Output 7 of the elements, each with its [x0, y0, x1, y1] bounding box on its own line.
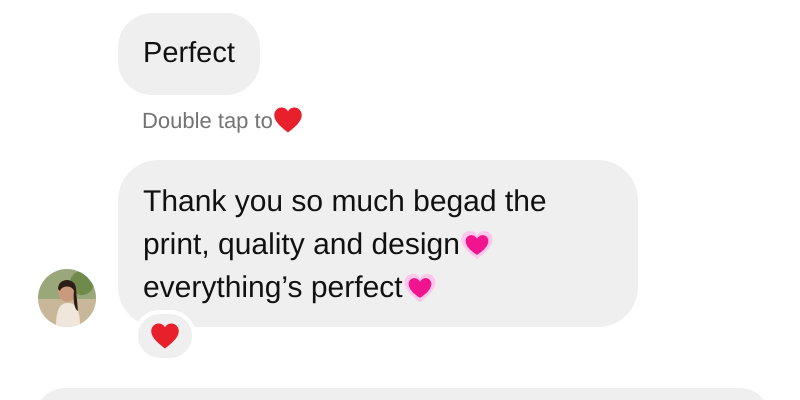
message-text: everything’s perfect — [143, 270, 403, 306]
message-text: Perfect — [143, 36, 235, 72]
hint-text: Double tap to — [142, 106, 273, 135]
heart-icon — [272, 105, 303, 135]
heart-icon — [150, 321, 180, 351]
message-text: print, quality and design — [143, 227, 460, 263]
message-text: Thank you so much begad the — [143, 184, 547, 220]
